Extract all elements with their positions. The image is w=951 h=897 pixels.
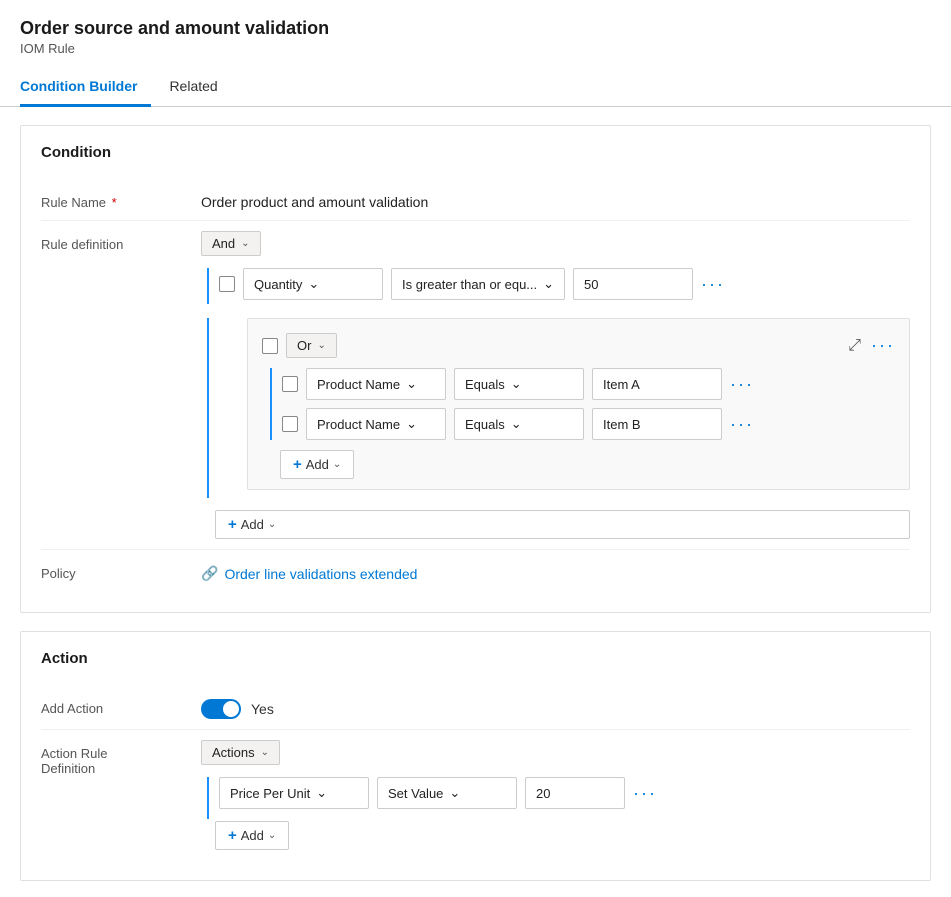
product-name-b-more-button[interactable]: ··· xyxy=(730,414,754,435)
rule-definition-row: Rule definition And ⌄ Quantity ⌄ Is grea… xyxy=(41,221,910,550)
set-value-operator-select[interactable]: Set Value ⌄ xyxy=(377,777,517,809)
or-group-icons: ⤢ ··· xyxy=(848,335,895,356)
action-section: Action Add Action Yes Action Rule Defini… xyxy=(20,631,931,881)
quantity-more-button[interactable]: ··· xyxy=(701,274,725,295)
product-name-b-operator-select[interactable]: Equals ⌄ xyxy=(454,408,584,440)
action-rule-def-area: Actions ⌄ Price Per Unit ⌄ Set Value ⌄ 2… xyxy=(201,740,910,850)
quantity-operator-select[interactable]: Is greater than or equ... ⌄ xyxy=(391,268,565,300)
price-per-unit-field-select[interactable]: Price Per Unit ⌄ xyxy=(219,777,369,809)
quantity-checkbox[interactable] xyxy=(219,276,235,292)
and-group-header: And ⌄ xyxy=(201,231,910,256)
quantity-value-input[interactable]: 50 xyxy=(573,268,693,300)
or-group-add-button[interactable]: + Add ⌄ xyxy=(280,450,354,479)
add-action-label: Add Action xyxy=(41,695,201,716)
or-add-chevron-icon: ⌄ xyxy=(333,459,341,470)
rule-name-row: Rule Name * Order product and amount val… xyxy=(41,179,910,221)
add-action-toggle[interactable] xyxy=(201,699,241,719)
condition-section: Condition Rule Name * Order product and … xyxy=(20,125,931,613)
tabs-bar: Condition Builder Related xyxy=(0,70,951,107)
toggle-container: Yes xyxy=(201,695,910,719)
policy-link[interactable]: 🔗 Order line validations extended xyxy=(201,560,910,582)
compress-icon[interactable]: ⤢ xyxy=(848,337,861,355)
product-name-row-b: Product Name ⌄ Equals ⌄ Item B ··· xyxy=(282,408,895,440)
product-name-b-checkbox[interactable] xyxy=(282,416,298,432)
tab-condition-builder[interactable]: Condition Builder xyxy=(20,70,151,107)
rule-definition-label: Rule definition xyxy=(41,231,201,252)
condition-add-chevron-icon: ⌄ xyxy=(268,519,276,530)
quantity-operator-chevron-icon: ⌄ xyxy=(543,276,554,292)
action-add-button[interactable]: + Add ⌄ xyxy=(215,821,289,850)
policy-label: Policy xyxy=(41,560,201,581)
price-per-unit-field-chevron-icon: ⌄ xyxy=(316,785,327,801)
and-operator-select[interactable]: And ⌄ xyxy=(201,231,261,256)
product-name-a-operator-select[interactable]: Equals ⌄ xyxy=(454,368,584,400)
action-rule-def-label: Action Rule Definition xyxy=(41,740,201,776)
policy-value: 🔗 Order line validations extended xyxy=(201,560,910,582)
toggle-thumb xyxy=(223,701,239,717)
action-rule-def-row: Action Rule Definition Actions ⌄ Price P… xyxy=(41,730,910,860)
page-subtitle: IOM Rule xyxy=(20,41,931,56)
product-name-a-checkbox[interactable] xyxy=(282,376,298,392)
toggle-yes-label: Yes xyxy=(251,701,274,717)
policy-link-icon: 🔗 xyxy=(201,565,218,582)
or-group-header: Or ⌄ ⤢ ··· xyxy=(262,333,895,358)
action-add-plus-icon: + xyxy=(228,827,237,844)
product-name-a-field-select[interactable]: Product Name ⌄ xyxy=(306,368,446,400)
or-group-more-button[interactable]: ··· xyxy=(871,335,895,356)
or-group-checkbox[interactable] xyxy=(262,338,278,354)
policy-row: Policy 🔗 Order line validations extended xyxy=(41,550,910,592)
product-name-b-value-input[interactable]: Item B xyxy=(592,408,722,440)
or-operator-select[interactable]: Or ⌄ xyxy=(286,333,337,358)
price-per-unit-row: Price Per Unit ⌄ Set Value ⌄ 20 ··· xyxy=(219,777,910,809)
actions-chevron-icon: ⌄ xyxy=(261,747,269,758)
action-section-title: Action xyxy=(41,650,910,667)
action-add-chevron-icon: ⌄ xyxy=(268,830,276,841)
actions-operator-select[interactable]: Actions ⌄ xyxy=(201,740,280,765)
product-name-b-field-select[interactable]: Product Name ⌄ xyxy=(306,408,446,440)
product-name-a-more-button[interactable]: ··· xyxy=(730,374,754,395)
and-chevron-icon: ⌄ xyxy=(241,238,249,249)
condition-add-button[interactable]: + Add ⌄ xyxy=(215,510,910,539)
quantity-field-chevron-icon: ⌄ xyxy=(308,276,319,292)
required-indicator: * xyxy=(112,195,117,210)
or-group-header-left: Or ⌄ xyxy=(262,333,337,358)
rule-name-label: Rule Name * xyxy=(41,189,201,210)
product-name-a-operator-chevron-icon: ⌄ xyxy=(511,376,522,392)
product-name-a-value-input[interactable]: Item A xyxy=(592,368,722,400)
product-name-a-field-chevron-icon: ⌄ xyxy=(406,376,417,392)
product-name-row-a: Product Name ⌄ Equals ⌄ Item A ··· xyxy=(282,368,895,400)
condition-section-title: Condition xyxy=(41,144,910,161)
or-group: Or ⌄ ⤢ ··· xyxy=(247,318,910,490)
quantity-field-select[interactable]: Quantity ⌄ xyxy=(243,268,383,300)
condition-area: And ⌄ Quantity ⌄ Is greater than or equ.… xyxy=(201,231,910,539)
add-action-value: Yes xyxy=(201,695,910,719)
add-action-row: Add Action Yes xyxy=(41,685,910,730)
product-name-b-operator-chevron-icon: ⌄ xyxy=(511,416,522,432)
or-chevron-icon: ⌄ xyxy=(317,340,325,351)
page-header: Order source and amount validation IOM R… xyxy=(0,0,951,62)
or-add-plus-icon: + xyxy=(293,456,302,473)
condition-add-plus-icon: + xyxy=(228,516,237,533)
action-more-button[interactable]: ··· xyxy=(633,783,657,804)
set-value-operator-chevron-icon: ⌄ xyxy=(449,785,460,801)
tab-related[interactable]: Related xyxy=(169,70,231,107)
action-value-input[interactable]: 20 xyxy=(525,777,625,809)
page-title: Order source and amount validation xyxy=(20,18,931,39)
rule-name-value: Order product and amount validation xyxy=(201,189,910,210)
product-name-b-field-chevron-icon: ⌄ xyxy=(406,416,417,432)
